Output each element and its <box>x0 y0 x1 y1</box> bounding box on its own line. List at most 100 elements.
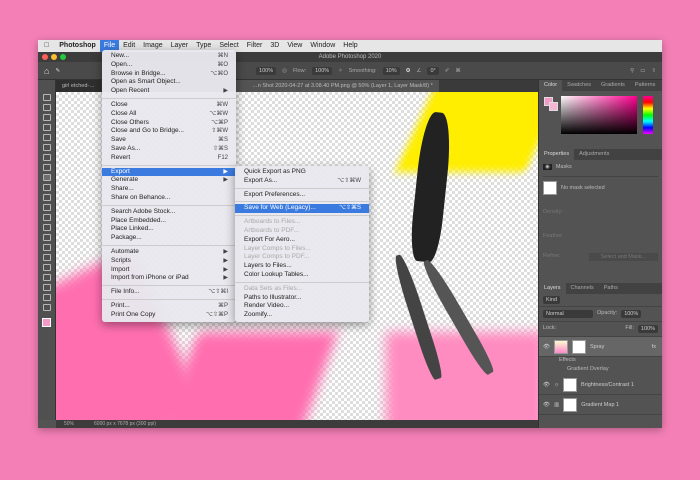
menu-item-search-adobe-stock[interactable]: Search Adobe Stock... <box>102 208 236 217</box>
menu-3d[interactable]: 3D <box>266 40 283 52</box>
filter-kind-select[interactable]: Kind <box>543 296 561 304</box>
share-icon[interactable]: ⇧ <box>651 68 662 74</box>
menu-item-open-as-smart-object[interactable]: Open as Smart Object... <box>102 78 236 87</box>
hand-tool-icon[interactable] <box>42 284 51 291</box>
smoothing-field[interactable]: 10% <box>382 66 400 75</box>
menu-item-layers-to-files[interactable]: Layers to Files... <box>235 262 369 271</box>
layer-opacity-field[interactable]: 100% <box>621 310 642 318</box>
menu-item-export-for-aero[interactable]: Export For Aero... <box>235 236 369 245</box>
minimize-button[interactable] <box>51 54 57 60</box>
eyedropper-tool-icon[interactable] <box>42 154 51 161</box>
eraser-tool-icon[interactable] <box>42 204 51 211</box>
menu-item-save-as[interactable]: Save As... ⇧⌘S <box>102 145 236 154</box>
brush-icon[interactable]: ✎ <box>55 68 60 74</box>
pressure-size-icon[interactable]: ✐ <box>445 68 450 74</box>
tab-adjustments[interactable]: Adjustments <box>574 149 614 160</box>
tab-properties[interactable]: Properties <box>539 149 575 160</box>
menu-item-paths-to-illustrator[interactable]: Paths to Illustrator... <box>235 294 369 303</box>
menu-item-new[interactable]: New... ⌘N <box>102 52 236 61</box>
fx-icon[interactable]: fx <box>652 344 662 350</box>
eye-icon[interactable]: 👁 <box>543 382 550 388</box>
menu-item-file-info[interactable]: File Info... ⌥⇧⌘I <box>102 288 236 297</box>
menu-item-place-embedded[interactable]: Place Embedded... <box>102 217 236 226</box>
menu-item-place-linked[interactable]: Place Linked... <box>102 225 236 234</box>
menu-item-save[interactable]: Save ⌘S <box>102 136 236 145</box>
menu-item-package[interactable]: Package... <box>102 234 236 243</box>
shape-tool-icon[interactable] <box>42 274 51 281</box>
background-swatch[interactable] <box>549 102 558 111</box>
menu-filter[interactable]: Filter <box>243 40 267 52</box>
frame-tool-icon[interactable] <box>42 144 51 151</box>
tab-girl-etched[interactable]: girl etched-… <box>56 80 101 92</box>
pressure-opacity-icon[interactable]: ◎ <box>282 68 287 74</box>
gear-icon[interactable]: ⚙ <box>406 68 411 74</box>
menu-item-close[interactable]: Close ⌘W <box>102 101 236 110</box>
menu-item-share[interactable]: Share... <box>102 185 236 194</box>
layer-gradient-map[interactable]: 👁 ▥ Gradient Map 1 <box>539 395 662 415</box>
menu-item-generate[interactable]: Generate ▶ <box>102 176 236 185</box>
menu-item-scripts[interactable]: Scripts ▶ <box>102 257 236 266</box>
layer-brightness-contrast[interactable]: 👁 ☼ Brightness/Contrast 1 <box>539 375 662 395</box>
fill-field[interactable]: 100% <box>637 325 658 333</box>
path-select-tool-icon[interactable] <box>42 264 51 271</box>
flow-field[interactable]: 100% <box>312 66 333 75</box>
type-tool-icon[interactable] <box>42 254 51 261</box>
tab-swatches[interactable]: Swatches <box>562 80 596 91</box>
lasso-tool-icon[interactable] <box>42 114 51 121</box>
menu-item-automate[interactable]: Automate ▶ <box>102 248 236 257</box>
tab-paths[interactable]: Paths <box>599 283 623 294</box>
home-icon[interactable]: ⌂ <box>44 66 49 76</box>
blur-tool-icon[interactable] <box>42 224 51 231</box>
close-window-button[interactable] <box>42 54 48 60</box>
menu-item-export-preferences[interactable]: Export Preferences... <box>235 191 369 200</box>
search-icon[interactable]: ⚲ <box>630 68 634 74</box>
menu-window[interactable]: Window <box>306 40 339 52</box>
menu-item-share-on-behance[interactable]: Share on Behance... <box>102 194 236 203</box>
pen-tool-icon[interactable] <box>42 244 51 251</box>
opacity-field[interactable]: 100% <box>256 66 277 75</box>
menu-item-close-others[interactable]: Close Others ⌥⌘P <box>102 119 236 128</box>
crop-tool-icon[interactable] <box>42 134 51 141</box>
dodge-tool-icon[interactable] <box>42 234 51 241</box>
tab-channels[interactable]: Channels <box>566 283 599 294</box>
eye-icon[interactable]: 👁 <box>543 402 550 408</box>
marquee-tool-icon[interactable] <box>42 104 51 111</box>
menu-item-import-from-iphone-or-ipad[interactable]: Import from iPhone or iPad ▶ <box>102 274 236 283</box>
move-tool-icon[interactable] <box>42 94 51 101</box>
tab-layers[interactable]: Layers <box>539 283 566 294</box>
menu-item-print-one-copy[interactable]: Print One Copy ⌥⇧⌘P <box>102 311 236 320</box>
tab-gradients[interactable]: Gradients <box>596 80 630 91</box>
airbrush-icon[interactable]: ✧ <box>338 68 343 74</box>
history-brush-icon[interactable] <box>42 194 51 201</box>
gradient-tool-icon[interactable] <box>42 214 51 221</box>
menu-item-browse-in-bridge[interactable]: Browse in Bridge... ⌥⌘O <box>102 70 236 79</box>
eye-icon[interactable]: 👁 <box>543 344 550 350</box>
layer-spray[interactable]: 👁 Spray fx <box>539 337 662 357</box>
tab-patterns[interactable]: Patterns <box>630 80 660 91</box>
symmetry-icon[interactable]: ⌘ <box>455 68 461 74</box>
apple-icon[interactable]:  <box>38 40 55 52</box>
menu-item-zoomify[interactable]: Zoomify... <box>235 311 369 320</box>
menu-item-render-video[interactable]: Render Video... <box>235 302 369 311</box>
color-field[interactable] <box>561 96 637 134</box>
blend-mode-select[interactable]: Normal <box>543 310 593 318</box>
quick-select-tool-icon[interactable] <box>42 124 51 131</box>
zoom-tool-icon[interactable] <box>42 294 51 301</box>
healing-tool-icon[interactable] <box>42 164 51 171</box>
menu-item-open[interactable]: Open... ⌘O <box>102 61 236 70</box>
tab-color[interactable]: Color <box>539 80 563 91</box>
menu-view[interactable]: View <box>283 40 306 52</box>
menu-item-open-recent[interactable]: Open Recent ▶ <box>102 87 236 96</box>
zoom-button[interactable] <box>60 54 66 60</box>
angle-field[interactable]: 0° <box>427 66 439 75</box>
menu-item-import[interactable]: Import ▶ <box>102 266 236 275</box>
brush-tool-icon[interactable] <box>42 174 51 181</box>
select-and-mask-button[interactable]: Select and Mask... <box>588 253 658 261</box>
menu-item-export-as[interactable]: Export As... ⌥⇧⌘W <box>235 177 369 186</box>
menu-item-close-and-go-to-bridge[interactable]: Close and Go to Bridge... ⇧⌘W <box>102 127 236 136</box>
zoom-level[interactable]: 50% <box>64 420 74 428</box>
menu-item-save-for-web-legacy[interactable]: Save for Web (Legacy)... ⌥⇧⌘S <box>235 204 369 214</box>
menu-item-close-all[interactable]: Close All ⌥⌘W <box>102 110 236 119</box>
more-tools-icon[interactable] <box>42 304 51 311</box>
menu-item-quick-export-as-png[interactable]: Quick Export as PNG <box>235 168 369 177</box>
